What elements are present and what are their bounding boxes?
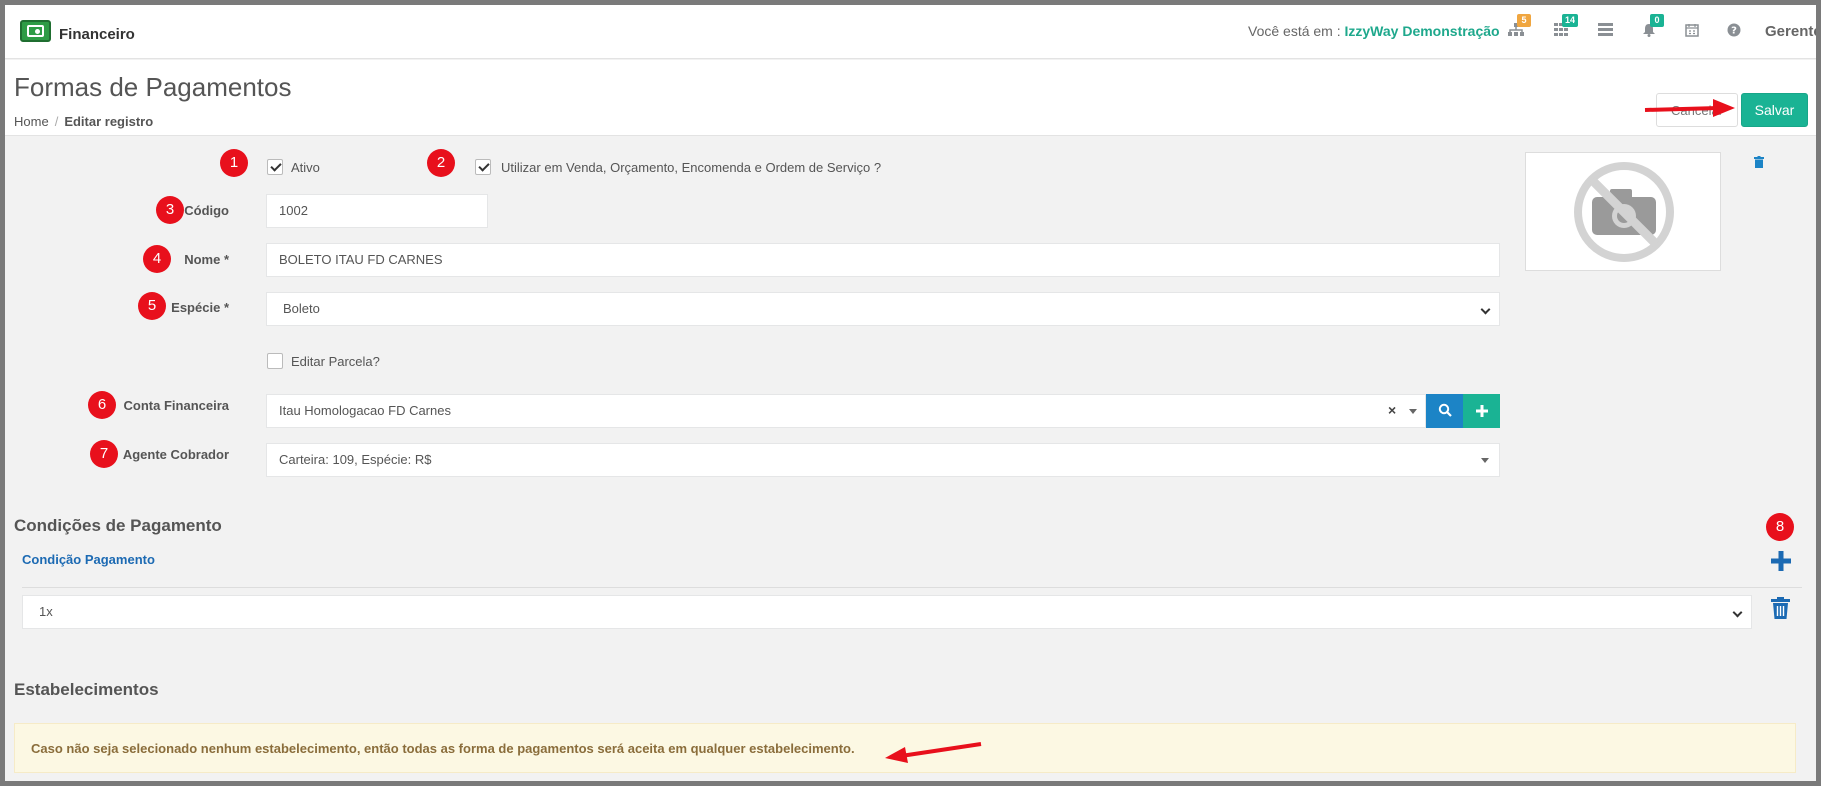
breadcrumb-home[interactable]: Home <box>14 114 49 129</box>
ativo-label: Ativo <box>291 160 320 175</box>
codigo-label: Código <box>184 203 229 218</box>
especie-select[interactable]: Boleto <box>266 292 1500 326</box>
app-name: Financeiro <box>59 26 135 43</box>
caret-down-icon <box>1481 458 1489 463</box>
editar-parcela-label: Editar Parcela? <box>291 354 380 369</box>
agente-cobrador-select[interactable]: Carteira: 109, Espécie: R$ <box>266 443 1500 477</box>
breadcrumb: Home / Editar registro <box>14 114 153 129</box>
chevron-down-icon <box>1732 607 1743 618</box>
server-icon[interactable] <box>1596 23 1614 39</box>
plus-icon <box>1475 404 1488 417</box>
search-button[interactable] <box>1426 394 1463 428</box>
condition-column-header[interactable]: Condição Pagamento <box>22 552 155 567</box>
company-link[interactable]: IzzyWay Demonstração <box>1345 23 1500 39</box>
add-condition-icon[interactable] <box>1771 551 1791 576</box>
grid-icon[interactable]: 14 <box>1552 14 1579 39</box>
utilizar-label: Utilizar em Venda, Orçamento, Encomenda … <box>501 160 882 175</box>
add-conta-button[interactable] <box>1463 394 1500 428</box>
nome-label: Nome * <box>5 252 229 267</box>
user-menu[interactable]: Gerente <box>1765 23 1816 40</box>
condition-value: 1x <box>39 604 53 619</box>
top-navbar: Financeiro Você está em : IzzyWay Demons… <box>5 5 1816 59</box>
divider <box>22 587 1802 588</box>
caret-down-icon <box>1409 409 1417 414</box>
especie-label-text: Espécie <box>171 300 221 315</box>
conta-financeira-label: Conta Financeira <box>123 398 229 413</box>
agente-cobrador-value: Carteira: 109, Espécie: R$ <box>279 452 432 467</box>
help-icon[interactable]: ? <box>1725 23 1743 39</box>
annotation-arrow-alert <box>885 742 982 763</box>
codigo-field[interactable]: 1002 <box>266 194 488 228</box>
clear-icon[interactable]: × <box>1388 403 1396 417</box>
page-header: Formas de Pagamentos Home / Editar registr… <box>5 60 1816 136</box>
especie-value: Boleto <box>283 301 320 316</box>
calendar-icon[interactable] <box>1683 23 1701 39</box>
you-are-label: Você está em : <box>1248 23 1345 39</box>
breadcrumb-separator: / <box>54 114 59 129</box>
grid-badge: 14 <box>1562 14 1579 27</box>
nome-label-text: Nome <box>184 252 221 267</box>
no-photo-icon <box>1574 162 1674 262</box>
marker-1: 1 <box>220 149 248 177</box>
conta-financeira-select[interactable]: Itau Homologacao FD Carnes × <box>266 394 1426 428</box>
photo-placeholder[interactable] <box>1525 152 1721 271</box>
breadcrumb-current: Editar registro <box>64 114 154 129</box>
especie-label: Espécie * <box>5 300 229 315</box>
money-icon <box>20 20 51 42</box>
marker-8: 8 <box>1766 513 1794 541</box>
page-title: Formas de Pagamentos <box>14 72 292 102</box>
current-company: Você está em : IzzyWay Demonstração <box>1248 23 1500 39</box>
utilizar-checkbox[interactable] <box>475 159 491 175</box>
bell-badge: 0 <box>1650 14 1664 27</box>
agente-cobrador-label: Agente Cobrador <box>122 447 229 462</box>
nome-field[interactable]: BOLETO ITAU FD CARNES <box>266 243 1500 277</box>
bell-icon[interactable]: 0 <box>1640 14 1664 39</box>
editar-parcela-checkbox[interactable] <box>267 353 283 369</box>
conta-financeira-value: Itau Homologacao FD Carnes <box>279 403 451 418</box>
ativo-checkbox[interactable] <box>267 159 283 175</box>
chevron-down-icon <box>1480 304 1491 315</box>
delete-photo-icon[interactable] <box>1754 155 1764 173</box>
svg-text:?: ? <box>1731 26 1737 37</box>
network-icon[interactable]: 5 <box>1507 14 1531 39</box>
app-window: Financeiro Você está em : IzzyWay Demons… <box>5 5 1816 781</box>
condition-select[interactable]: 1x <box>22 595 1752 629</box>
required-mark: * <box>223 252 229 267</box>
save-button[interactable]: Salvar <box>1741 93 1808 127</box>
establishments-title: Estabelecimentos <box>14 680 159 699</box>
conditions-title: Condições de Pagamento <box>14 516 222 535</box>
network-badge: 5 <box>1517 14 1531 27</box>
search-icon <box>1438 403 1452 417</box>
required-mark: * <box>223 300 229 315</box>
annotation-arrow-save <box>1644 99 1735 117</box>
delete-condition-icon[interactable] <box>1771 597 1790 624</box>
marker-2: 2 <box>427 149 455 177</box>
